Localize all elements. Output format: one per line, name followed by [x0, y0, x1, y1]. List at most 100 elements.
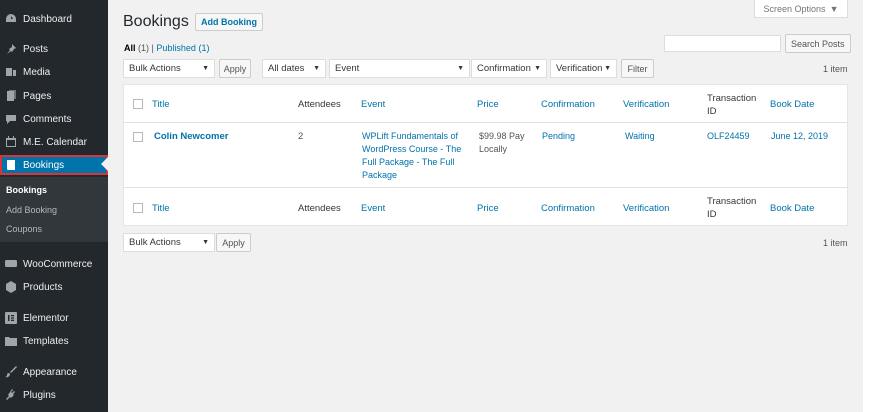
- pages-icon: [5, 90, 17, 102]
- items-count: 1 item: [823, 64, 848, 74]
- page-title: Bookings: [123, 13, 189, 30]
- sidebar-item-plugins[interactable]: Plugins: [0, 385, 108, 405]
- column-confirmation-footer[interactable]: Confirmation: [541, 202, 595, 215]
- submenu-item-bookings[interactable]: Bookings: [6, 185, 47, 195]
- column-book-date-header[interactable]: Book Date: [770, 98, 814, 111]
- column-verification-header[interactable]: Verification: [623, 98, 669, 111]
- apply-button[interactable]: Apply: [219, 59, 251, 78]
- bulk-actions-value: Bulk Actions: [129, 237, 181, 248]
- verification-value: Verification: [556, 63, 603, 74]
- sidebar-item-label: WooCommerce: [23, 258, 93, 270]
- view-published-link[interactable]: Published (1): [156, 43, 209, 53]
- event-link[interactable]: WPLift Fundamentals of WordPress Course …: [362, 130, 461, 182]
- transaction-id-value[interactable]: OLF24459: [707, 130, 750, 143]
- sidebar-item-label: Posts: [23, 43, 49, 55]
- verification-status[interactable]: Waiting: [625, 130, 655, 143]
- column-title-footer[interactable]: Title: [152, 202, 170, 215]
- submenu-item-add-booking[interactable]: Add Booking: [6, 205, 57, 215]
- screen-options-button[interactable]: Screen Options ▼: [754, 0, 848, 18]
- view-all-link[interactable]: All (1): [124, 43, 149, 53]
- elementor-icon: [5, 312, 17, 324]
- apply-bottom-button[interactable]: Apply: [216, 233, 251, 252]
- sidebar-item-templates[interactable]: Templates: [0, 331, 108, 351]
- dates-select[interactable]: All dates ▼: [262, 59, 326, 78]
- sidebar-item-dashboard[interactable]: Dashboard: [0, 9, 108, 29]
- sidebar-item-label: Pages: [23, 90, 52, 102]
- sidebar-item-media[interactable]: Media: [0, 62, 108, 82]
- brush-icon: [5, 366, 17, 378]
- sidebar-item-posts[interactable]: Posts: [0, 39, 108, 59]
- dashboard-icon: [5, 13, 17, 25]
- search-posts-button[interactable]: Search Posts: [785, 34, 851, 53]
- pin-icon: [5, 43, 17, 55]
- column-title-header[interactable]: Title: [152, 98, 170, 111]
- dates-value: All dates: [268, 63, 305, 74]
- filter-button[interactable]: Filter: [621, 59, 654, 78]
- add-booking-button[interactable]: Add Booking: [195, 13, 263, 31]
- sidebar-item-label: Plugins: [23, 389, 56, 401]
- sidebar-item-label: Templates: [23, 335, 69, 347]
- submenu-item-coupons[interactable]: Coupons: [6, 224, 42, 234]
- sidebar-item-label: Appearance: [23, 366, 77, 378]
- page-edge: [863, 0, 878, 412]
- sidebar-item-comments[interactable]: Comments: [0, 109, 108, 129]
- event-value: Event: [335, 63, 360, 74]
- comment-icon: [5, 113, 17, 125]
- caret-down-icon: ▼: [457, 65, 464, 72]
- sidebar-item-label: Comments: [23, 113, 72, 125]
- column-book-date-footer[interactable]: Book Date: [770, 202, 814, 215]
- sidebar-item-label: Products: [23, 281, 63, 293]
- sidebar-item-elementor[interactable]: Elementor: [0, 308, 108, 328]
- bulk-actions-bottom-select[interactable]: Bulk Actions ▼: [123, 233, 215, 252]
- column-transaction-id-footer: Transaction ID: [707, 196, 757, 220]
- verification-select[interactable]: Verification ▼: [550, 59, 617, 78]
- sidebar-item-woocommerce[interactable]: WooCommerce: [0, 254, 108, 274]
- main-content: Screen Options ▼ Bookings Add Booking Al…: [108, 0, 863, 412]
- column-event-header[interactable]: Event: [361, 98, 385, 111]
- views-separator: |: [151, 43, 154, 53]
- column-confirmation-header[interactable]: Confirmation: [541, 98, 595, 111]
- column-event-footer[interactable]: Event: [361, 202, 385, 215]
- caret-down-icon: ▼: [534, 65, 541, 72]
- book-date-value[interactable]: June 12, 2019: [771, 130, 828, 143]
- confirmation-select[interactable]: Confirmation ▼: [471, 59, 547, 78]
- folder-icon: [5, 335, 17, 347]
- sidebar-item-label: Bookings: [23, 159, 65, 171]
- column-verification-footer[interactable]: Verification: [623, 202, 669, 215]
- select-all-footer-checkbox[interactable]: [133, 203, 143, 213]
- bookings-submenu: Bookings Add Booking Coupons: [0, 177, 108, 242]
- column-attendees-footer: Attendees: [298, 203, 341, 214]
- confirmation-value: Confirmation: [477, 63, 531, 74]
- caret-down-icon: ▼: [202, 65, 209, 72]
- sidebar-item-bookings[interactable]: Bookings: [0, 155, 108, 175]
- post-status-views: All (1) | Published (1): [124, 43, 209, 53]
- column-price-header[interactable]: Price: [477, 98, 499, 111]
- select-all-checkbox[interactable]: [133, 99, 143, 109]
- sidebar-item-me-calendar[interactable]: M.E. Calendar: [0, 132, 108, 152]
- woo-icon: [5, 258, 17, 270]
- attendees-value: 2: [298, 131, 304, 142]
- column-price-footer[interactable]: Price: [477, 202, 499, 215]
- sidebar-item-label: Elementor: [23, 312, 69, 324]
- confirmation-status[interactable]: Pending: [542, 130, 575, 143]
- caret-down-icon: ▼: [604, 65, 611, 72]
- book-icon: [5, 159, 17, 171]
- footer-divider: [124, 187, 847, 188]
- admin-sidebar: Dashboard Posts Media Pages Comments M.E…: [0, 0, 108, 412]
- row-checkbox[interactable]: [133, 132, 143, 142]
- search-input[interactable]: [664, 35, 781, 52]
- sidebar-item-pages[interactable]: Pages: [0, 86, 108, 106]
- caret-down-icon: ▼: [313, 65, 320, 72]
- booking-title-link[interactable]: Colin Newcomer: [154, 130, 228, 143]
- price-value: $99.98 Pay Locally: [479, 131, 525, 154]
- bulk-actions-select[interactable]: Bulk Actions ▼: [123, 59, 215, 78]
- event-select[interactable]: Event ▼: [329, 59, 470, 78]
- plug-icon: [5, 389, 17, 401]
- sidebar-item-appearance[interactable]: Appearance: [0, 362, 108, 382]
- sidebar-item-label: Dashboard: [23, 13, 72, 25]
- sidebar-item-label: Media: [23, 66, 51, 78]
- screen-options-label: Screen Options: [763, 3, 826, 14]
- bulk-actions-value: Bulk Actions: [129, 63, 181, 74]
- sidebar-item-products[interactable]: Products: [0, 277, 108, 297]
- column-transaction-id-header: Transaction ID: [707, 93, 757, 117]
